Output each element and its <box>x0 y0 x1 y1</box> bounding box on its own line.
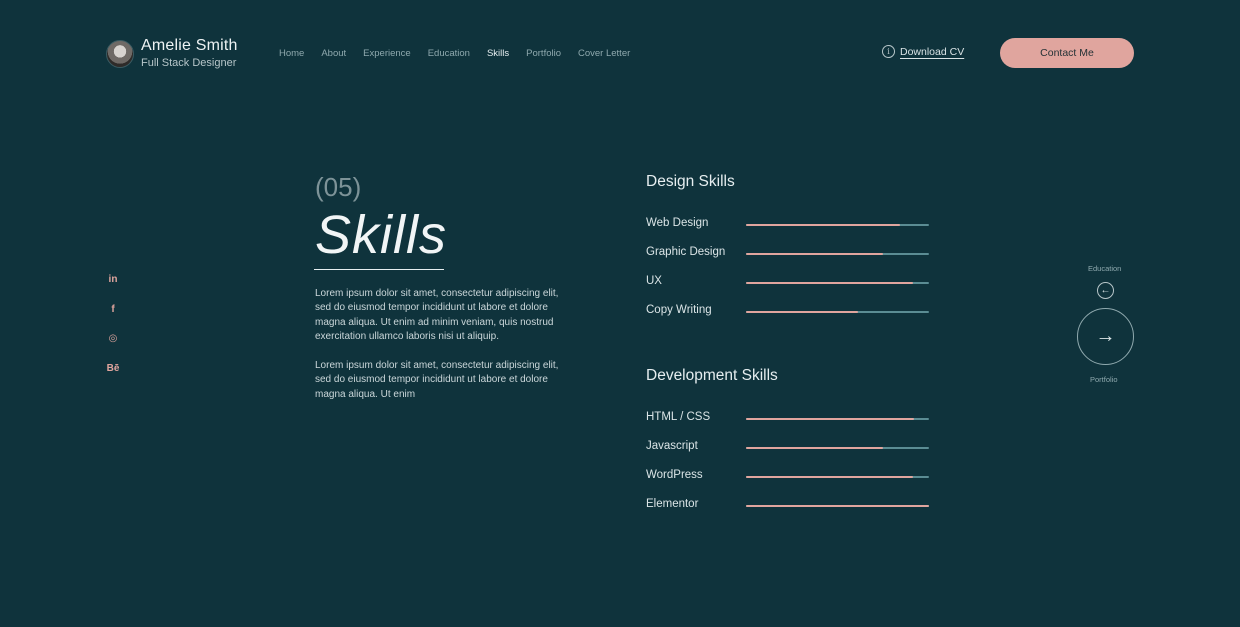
facebook-icon[interactable]: f <box>105 302 121 318</box>
nav-item-experience[interactable]: Experience <box>363 48 411 59</box>
skill-bar-fill <box>746 505 929 507</box>
main-nav: Home About Experience Education Skills Portfo… <box>279 48 647 59</box>
prev-section-label: Education <box>1088 264 1122 273</box>
skill-bar-track <box>746 505 929 507</box>
design-skills-title: Design Skills <box>646 173 735 190</box>
nav-item-skills[interactable]: Skills <box>487 48 509 59</box>
skill-row: HTML / CSS <box>646 411 936 427</box>
skill-row: Graphic Design <box>646 246 936 262</box>
skill-label: Javascript <box>646 440 698 452</box>
download-cv-label: Download CV <box>900 45 965 58</box>
skill-bar-fill <box>746 311 858 313</box>
skill-label: Copy Writing <box>646 304 712 316</box>
behance-icon[interactable]: Bē <box>105 361 121 377</box>
social-links: in f ◎ Bē <box>105 272 121 390</box>
skill-bar-track <box>746 224 929 226</box>
skill-bar-fill <box>746 476 913 478</box>
title-underline <box>314 269 444 270</box>
nav-item-home[interactable]: Home <box>279 48 304 59</box>
skill-label: Elementor <box>646 498 699 510</box>
page-title: Skills <box>315 205 448 265</box>
development-skills-title: Development Skills <box>646 367 778 384</box>
next-section-button[interactable]: → <box>1077 308 1134 365</box>
skill-bar-track <box>746 418 929 420</box>
intro-paragraph-2: Lorem ipsum dolor sit amet, consectetur … <box>315 360 559 400</box>
skill-row: Elementor <box>646 498 936 514</box>
nav-item-about[interactable]: About <box>321 48 346 59</box>
brand-name: Amelie Smith <box>141 37 238 54</box>
arrow-right-icon: → <box>1095 325 1116 347</box>
instagram-icon[interactable]: ◎ <box>105 331 121 347</box>
skill-bar-track <box>746 447 929 449</box>
skill-bar-fill <box>746 224 900 226</box>
arrow-left-icon: ← <box>1100 285 1111 296</box>
skill-bar-fill <box>746 282 913 284</box>
nav-item-education[interactable]: Education <box>428 48 470 59</box>
skill-row: UX <box>646 275 936 291</box>
skill-label: UX <box>646 275 662 287</box>
skill-label: HTML / CSS <box>646 411 711 423</box>
intro-paragraph-1: Lorem ipsum dolor sit amet, consectetur … <box>315 288 559 343</box>
site-header: Amelie Smith Full Stack Designer Home Abo… <box>0 0 1240 100</box>
skill-bar-track <box>746 253 929 255</box>
next-section-label: Portfolio <box>1090 375 1118 384</box>
skill-bar-fill <box>746 253 884 255</box>
download-cv-link[interactable]: i Download CV <box>882 45 964 58</box>
nav-item-cover-letter[interactable]: Cover Letter <box>578 48 630 59</box>
section-number: (05) <box>315 172 362 202</box>
skill-label: Graphic Design <box>646 246 726 258</box>
avatar <box>106 40 134 68</box>
skill-bar-track <box>746 476 929 478</box>
skill-bar-fill <box>746 418 915 420</box>
prev-section-button[interactable]: ← <box>1097 282 1114 299</box>
skill-label: WordPress <box>646 469 703 481</box>
skill-bar-track <box>746 311 929 313</box>
linkedin-icon[interactable]: in <box>105 272 121 288</box>
brand-role: Full Stack Designer <box>141 57 237 69</box>
skill-row: Web Design <box>646 217 936 233</box>
skill-bar-track <box>746 282 929 284</box>
nav-item-portfolio[interactable]: Portfolio <box>526 48 561 59</box>
skill-bar-fill <box>746 447 884 449</box>
skill-row: Copy Writing <box>646 304 936 320</box>
skill-label: Web Design <box>646 217 709 229</box>
skill-row: Javascript <box>646 440 936 456</box>
contact-button[interactable]: Contact Me <box>1000 38 1134 68</box>
skill-row: WordPress <box>646 469 936 485</box>
info-icon: i <box>882 45 895 58</box>
